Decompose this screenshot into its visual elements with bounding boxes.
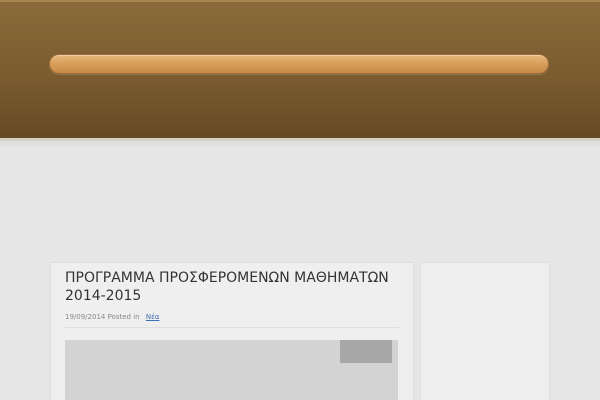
posted-in-label: Posted in xyxy=(107,313,140,321)
header-shadow xyxy=(0,141,600,149)
post-title[interactable]: ΠΡΟΓΡΑΜΜΑ ΠΡΟΣΦΕΡΟΜΕΝΩΝ ΜΑΘΗΜΑΤΩΝ 2014-2… xyxy=(65,269,405,305)
category-link[interactable]: Νέα xyxy=(146,313,160,321)
post-featured-image[interactable] xyxy=(65,340,398,400)
main-navigation-bar[interactable] xyxy=(49,54,549,74)
post-card: ΠΡΟΓΡΑΜΜΑ ΠΡΟΣΦΕΡΟΜΕΝΩΝ ΜΑΘΗΜΑΤΩΝ 2014-2… xyxy=(51,263,413,400)
header-top-border xyxy=(0,0,600,2)
post-meta: 19/09/2014 Posted in Νέα xyxy=(65,312,159,322)
image-badge xyxy=(340,340,392,363)
site-header xyxy=(0,0,600,141)
meta-divider xyxy=(65,327,399,328)
sidebar xyxy=(421,263,549,400)
post-date: 19/09/2014 xyxy=(65,313,106,321)
